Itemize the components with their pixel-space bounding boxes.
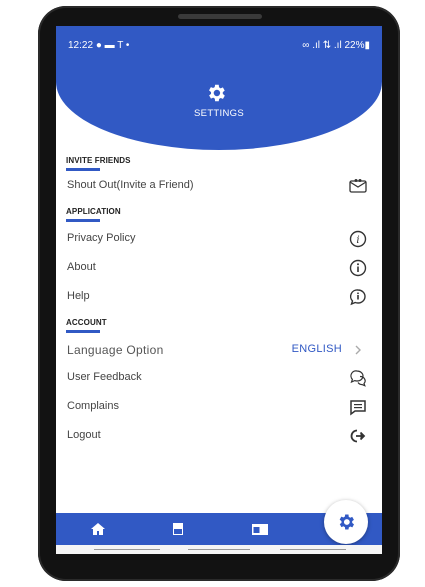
battery-percent: 22%: [344, 40, 365, 51]
logout-icon: [350, 429, 366, 443]
invite-friend-label: Shout Out(Invite a Friend): [67, 179, 194, 191]
system-nav-back[interactable]: [94, 549, 160, 550]
about-item[interactable]: About: [56, 256, 382, 280]
book-icon[interactable]: [166, 519, 190, 539]
status-time: 12:22 ● ▬ T •: [68, 40, 129, 51]
complaint-message-icon: [350, 400, 366, 416]
section-title-invite: INVITE FRIENDS: [66, 156, 131, 165]
logout-label: Logout: [67, 429, 101, 441]
language-option-item[interactable]: Language Option ENGLISH: [56, 338, 382, 362]
home-icon[interactable]: [86, 519, 110, 539]
complains-label: Complains: [67, 400, 119, 412]
section-title-account: ACCOUNT: [66, 318, 107, 327]
system-nav-bar: [56, 545, 382, 554]
help-label: Help: [67, 290, 90, 302]
about-info-icon: [349, 259, 367, 277]
page-title: SETTINGS: [194, 108, 244, 119]
privacy-policy-item[interactable]: Privacy Policy i: [56, 227, 382, 251]
card-icon[interactable]: [248, 519, 272, 539]
gear-icon: [209, 84, 225, 102]
battery-icon: ▮: [364, 40, 370, 51]
system-nav-recent[interactable]: [280, 549, 346, 550]
status-indicators: ∞ .ıl ⇅ .ıl 22%▮: [302, 40, 370, 51]
section-underline-account: [66, 330, 100, 333]
feedback-chat-icon: [350, 370, 366, 387]
settings-header: 12:22 ● ▬ T • ∞ .ıl ⇅ .ıl 22%▮ SETTINGS: [56, 26, 382, 150]
invite-friend-item[interactable]: Shout Out(Invite a Friend): [56, 174, 382, 198]
section-underline-application: [66, 219, 100, 222]
signal-icons: ∞ .ıl ⇅ .ıl: [302, 40, 345, 51]
notification-icons: ● ▬ T •: [95, 40, 130, 51]
privacy-policy-label: Privacy Policy: [67, 232, 136, 244]
chevron-right-icon: [355, 345, 361, 355]
help-item[interactable]: Help: [56, 285, 382, 309]
language-value: ENGLISH: [291, 343, 342, 355]
logout-item[interactable]: Logout: [56, 424, 382, 448]
privacy-info-icon: i: [349, 230, 367, 248]
svg-text:i: i: [356, 235, 359, 246]
about-label: About: [67, 261, 96, 273]
language-option-label: Language Option: [67, 343, 164, 357]
user-feedback-item[interactable]: User Feedback: [56, 366, 382, 390]
help-chat-icon: [350, 289, 366, 306]
invite-envelope-icon: [349, 179, 367, 193]
app-screen: 12:22 ● ▬ T • ∞ .ıl ⇅ .ıl 22%▮ SETTINGS …: [56, 26, 382, 554]
gear-icon: [339, 514, 354, 530]
user-feedback-label: User Feedback: [67, 371, 142, 383]
status-time-text: 12:22: [68, 40, 94, 51]
complains-item[interactable]: Complains: [56, 395, 382, 419]
system-nav-home[interactable]: [188, 549, 250, 550]
section-underline-invite: [66, 168, 100, 171]
section-title-application: APPLICATION: [66, 207, 121, 216]
settings-fab[interactable]: [324, 500, 368, 544]
phone-speaker: [178, 14, 262, 19]
